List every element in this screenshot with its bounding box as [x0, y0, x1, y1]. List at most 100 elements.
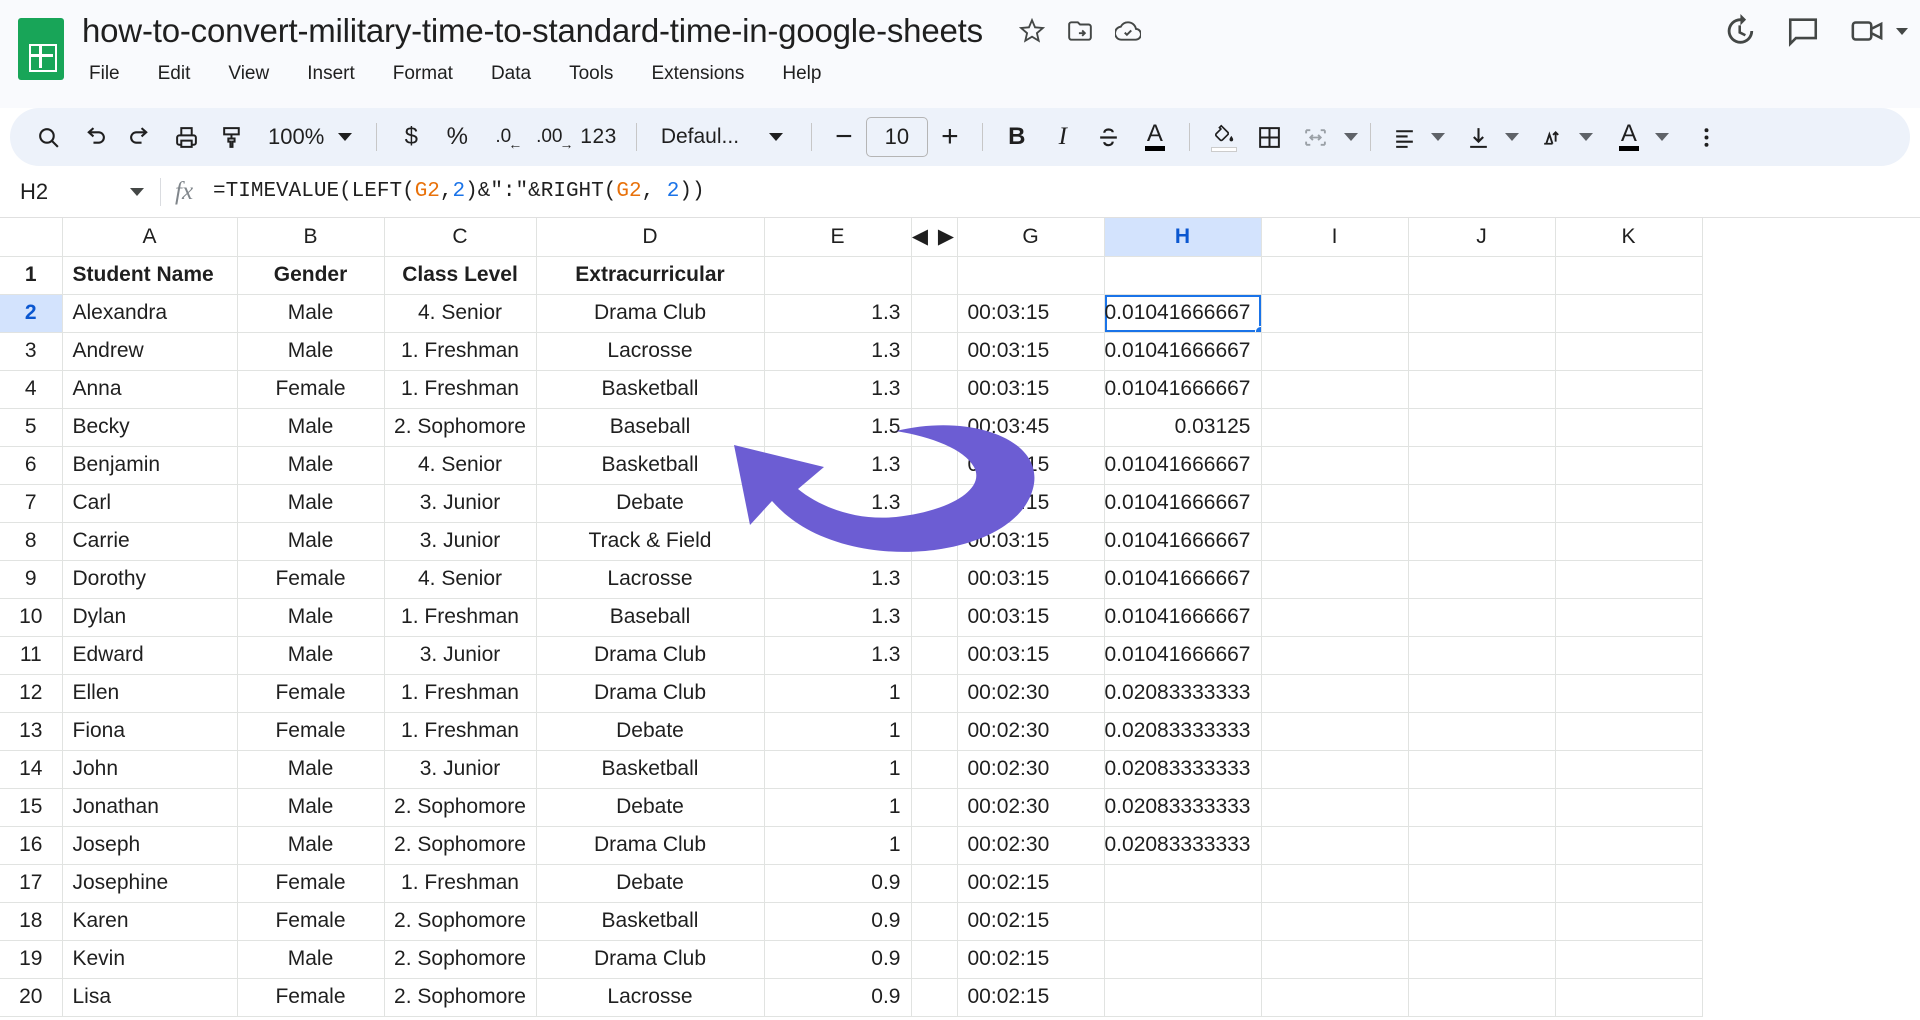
menu-item-file[interactable]: File: [82, 60, 127, 88]
font-size-input[interactable]: 10: [865, 117, 928, 157]
row-header-9[interactable]: 9: [0, 560, 63, 599]
cell-D3[interactable]: Lacrosse: [536, 332, 765, 371]
cell-F6[interactable]: [911, 446, 958, 485]
cell-A20[interactable]: Lisa: [62, 978, 238, 1017]
cell-H11[interactable]: 0.01041666667: [1104, 636, 1262, 675]
cell-H13[interactable]: 0.02083333333: [1104, 712, 1262, 751]
cell-G20[interactable]: 00:02:15: [957, 978, 1105, 1017]
cell-C9[interactable]: 4. Senior: [384, 560, 537, 599]
cell-B10[interactable]: Male: [237, 598, 385, 637]
cell-F16[interactable]: [911, 826, 958, 865]
chevron-down-icon[interactable]: [1343, 133, 1358, 141]
cell-I14[interactable]: [1261, 750, 1409, 789]
chevron-down-icon[interactable]: [1654, 133, 1669, 141]
column-header-g[interactable]: G: [957, 218, 1105, 257]
text-color-dropdown-icon[interactable]: A: [1607, 115, 1651, 159]
cell-G5[interactable]: 00:03:45: [957, 408, 1105, 447]
cell-K5[interactable]: [1555, 408, 1703, 447]
cell-A6[interactable]: Benjamin: [62, 446, 238, 485]
cell-B1[interactable]: Gender: [237, 256, 385, 295]
cell-D20[interactable]: Lacrosse: [536, 978, 765, 1017]
cell-B14[interactable]: Male: [237, 750, 385, 789]
column-header-i[interactable]: I: [1261, 218, 1409, 257]
cell-J1[interactable]: [1408, 256, 1556, 295]
cell-G4[interactable]: 00:03:15: [957, 370, 1105, 409]
cell-J18[interactable]: [1408, 902, 1556, 941]
cell-B18[interactable]: Female: [237, 902, 385, 941]
cell-D8[interactable]: Track & Field: [536, 522, 765, 561]
cell-B15[interactable]: Male: [237, 788, 385, 827]
cell-G19[interactable]: 00:02:15: [957, 940, 1105, 979]
cell-B20[interactable]: Female: [237, 978, 385, 1017]
cell-I18[interactable]: [1261, 902, 1409, 941]
cell-C14[interactable]: 3. Junior: [384, 750, 537, 789]
cell-E16[interactable]: 1: [764, 826, 912, 865]
cell-H10[interactable]: 0.01041666667: [1104, 598, 1262, 637]
cell-G10[interactable]: 00:03:15: [957, 598, 1105, 637]
cell-A4[interactable]: Anna: [62, 370, 238, 409]
cell-A16[interactable]: Joseph: [62, 826, 238, 865]
merge-cells-icon[interactable]: [1294, 115, 1338, 159]
cell-C8[interactable]: 3. Junior: [384, 522, 537, 561]
cell-K3[interactable]: [1555, 332, 1703, 371]
cell-A7[interactable]: Carl: [62, 484, 238, 523]
column-header-a[interactable]: A: [62, 218, 238, 257]
row-header-19[interactable]: 19: [0, 940, 63, 979]
cell-E10[interactable]: 1.3: [764, 598, 912, 637]
cell-F7[interactable]: [911, 484, 958, 523]
cell-I20[interactable]: [1261, 978, 1409, 1017]
cell-E17[interactable]: 0.9: [764, 864, 912, 903]
cell-E19[interactable]: 0.9: [764, 940, 912, 979]
cell-B17[interactable]: Female: [237, 864, 385, 903]
cell-B9[interactable]: Female: [237, 560, 385, 599]
cell-A8[interactable]: Carrie: [62, 522, 238, 561]
cell-C12[interactable]: 1. Freshman: [384, 674, 537, 713]
cell-I6[interactable]: [1261, 446, 1409, 485]
cell-I13[interactable]: [1261, 712, 1409, 751]
print-icon[interactable]: [164, 115, 208, 159]
row-header-10[interactable]: 10: [0, 598, 63, 637]
cell-C19[interactable]: 2. Sophomore: [384, 940, 537, 979]
cell-D1[interactable]: Extracurricular: [536, 256, 765, 295]
cell-K1[interactable]: [1555, 256, 1703, 295]
cell-B13[interactable]: Female: [237, 712, 385, 751]
cell-H16[interactable]: 0.02083333333: [1104, 826, 1262, 865]
select-all-corner[interactable]: [0, 218, 63, 257]
row-header-11[interactable]: 11: [0, 636, 63, 675]
cell-G12[interactable]: 00:02:30: [957, 674, 1105, 713]
cell-K10[interactable]: [1555, 598, 1703, 637]
cell-C4[interactable]: 1. Freshman: [384, 370, 537, 409]
vertical-align-icon[interactable]: [1457, 115, 1501, 159]
cell-E11[interactable]: 1.3: [764, 636, 912, 675]
cell-C2[interactable]: 4. Senior: [384, 294, 537, 333]
chevron-down-icon[interactable]: [1430, 133, 1445, 141]
cell-J7[interactable]: [1408, 484, 1556, 523]
cell-K9[interactable]: [1555, 560, 1703, 599]
text-rotation-icon[interactable]: [1531, 115, 1575, 159]
number-format-button[interactable]: 123: [573, 115, 624, 159]
menu-item-edit[interactable]: Edit: [151, 60, 198, 88]
version-history-icon[interactable]: [1722, 14, 1756, 48]
star-icon[interactable]: [1018, 17, 1045, 44]
more-options-icon[interactable]: [1685, 115, 1729, 159]
cell-G1[interactable]: [957, 256, 1105, 295]
cell-K8[interactable]: [1555, 522, 1703, 561]
cell-I19[interactable]: [1261, 940, 1409, 979]
cell-F20[interactable]: [911, 978, 958, 1017]
cell-E20[interactable]: 0.9: [764, 978, 912, 1017]
cell-I5[interactable]: [1261, 408, 1409, 447]
cell-A14[interactable]: John: [62, 750, 238, 789]
paint-format-icon[interactable]: [210, 115, 254, 159]
cell-D17[interactable]: Debate: [536, 864, 765, 903]
cell-G16[interactable]: 00:02:30: [957, 826, 1105, 865]
fill-handle[interactable]: [1254, 325, 1260, 331]
cell-A15[interactable]: Jonathan: [62, 788, 238, 827]
cell-H5[interactable]: 0.03125: [1104, 408, 1262, 447]
cell-J17[interactable]: [1408, 864, 1556, 903]
cell-F11[interactable]: [911, 636, 958, 675]
column-header-j[interactable]: J: [1408, 218, 1556, 257]
cell-I17[interactable]: [1261, 864, 1409, 903]
cell-A1[interactable]: Student Name: [62, 256, 238, 295]
cell-J2[interactable]: [1408, 294, 1556, 333]
undo-icon[interactable]: [72, 115, 116, 159]
